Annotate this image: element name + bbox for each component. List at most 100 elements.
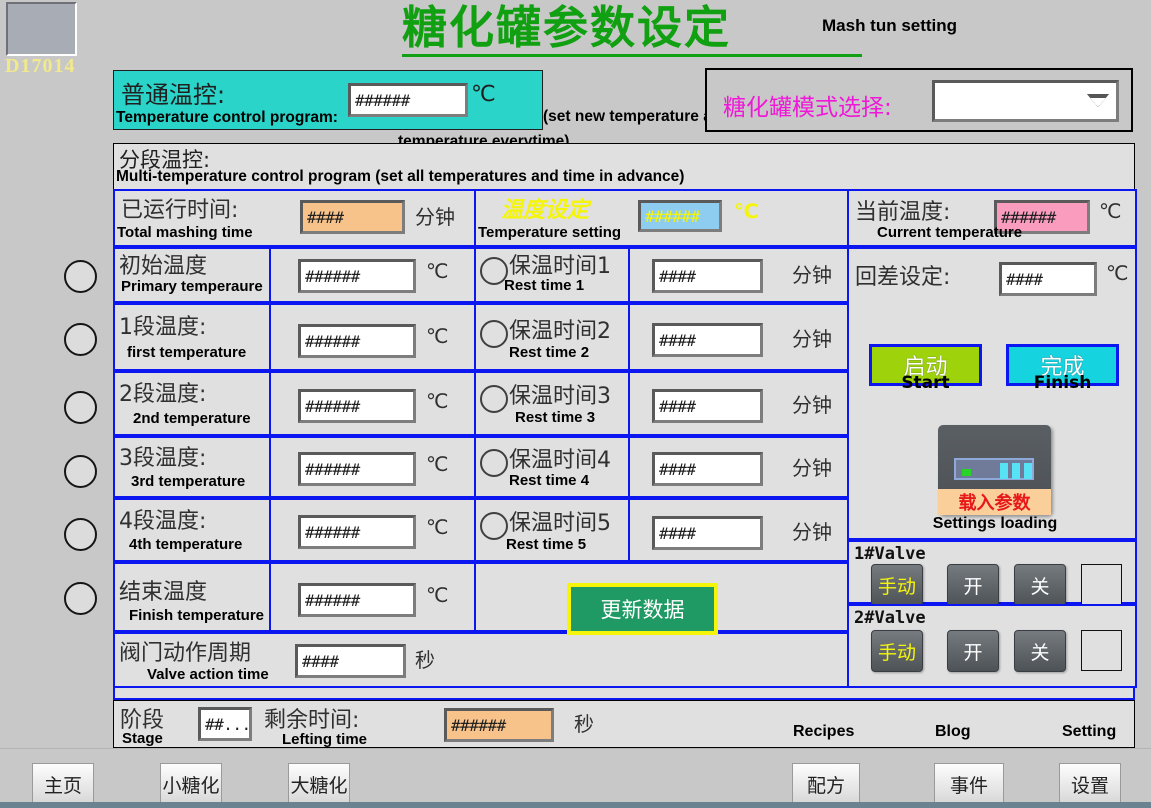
valve-action-input[interactable]: #### bbox=[295, 644, 406, 678]
temp-row-1-value-cell: ###### ℃ bbox=[269, 303, 476, 371]
rest-row-4-input[interactable]: #### bbox=[652, 516, 763, 550]
rest-row-2-radio[interactable] bbox=[480, 385, 508, 413]
temperature-setting-cell: 温度设定 ###### ℃ Temperature setting bbox=[474, 189, 849, 247]
temp-row-0-label-cn: 初始温度 bbox=[119, 254, 208, 279]
temp-row-0-label-en: Primary temperaure bbox=[121, 278, 263, 295]
temp-row-3-label-cell: 3段温度: 3rd temperature bbox=[113, 436, 271, 498]
rest-row-3-label-cell: 保温时间4 Rest time 4 bbox=[474, 436, 632, 498]
taskbar-setting-button[interactable]: 设置 bbox=[1059, 763, 1121, 805]
temp-row-1-unit: ℃ bbox=[426, 324, 449, 348]
hysteresis-input[interactable]: #### bbox=[999, 262, 1097, 296]
valve-action-cell: 阀门动作周期 Valve action time #### 秒 bbox=[113, 632, 849, 688]
temp-row-5-radio[interactable] bbox=[64, 582, 97, 615]
hysteresis-unit: ℃ bbox=[1106, 261, 1129, 285]
rest-row-4-radio[interactable] bbox=[480, 512, 508, 540]
temp-row-4-label-cn: 4段温度: bbox=[119, 509, 207, 534]
setting-caption: Setting bbox=[1062, 723, 1117, 740]
valve-action-label-cn: 阀门动作周期 bbox=[119, 641, 252, 666]
load-progress-bar bbox=[954, 458, 1034, 480]
taskbar-recipes-button[interactable]: 配方 bbox=[792, 763, 860, 805]
stage-status-row: 阶段 Stage ##... 剩余时间: Lefting time ######… bbox=[113, 700, 1135, 748]
rest-row-1-label-cell: 保温时间2 Rest time 2 bbox=[474, 303, 632, 371]
rest-row-1-unit: 分钟 bbox=[792, 327, 832, 351]
taskbar-blog-button[interactable]: 事件 bbox=[934, 763, 1004, 805]
rest-row-0-label-en: Rest time 1 bbox=[504, 277, 585, 294]
simple-temp-input[interactable]: ###### bbox=[348, 83, 468, 117]
temp-row-0-input[interactable]: ###### bbox=[298, 259, 416, 293]
page-title: 糖化罐参数设定 bbox=[402, 4, 862, 57]
temp-setting-label-en: Temperature setting bbox=[478, 224, 622, 241]
multi-temp-label-en: Multi-temperature control program (set a… bbox=[116, 168, 685, 185]
load-indicator-dot bbox=[962, 469, 971, 476]
valve-action-label-en: Valve action time bbox=[147, 666, 269, 683]
rest-row-3-input[interactable]: #### bbox=[652, 452, 763, 486]
load-tick-1 bbox=[1000, 463, 1008, 479]
start-button-label-en: Start bbox=[901, 373, 950, 393]
temp-row-4-radio[interactable] bbox=[64, 518, 97, 551]
remaining-time-label-cn: 剩余时间: bbox=[264, 708, 360, 733]
temp-row-2-input[interactable]: ###### bbox=[298, 389, 416, 423]
rest-row-2-input[interactable]: #### bbox=[652, 389, 763, 423]
temp-row-3-label-cn: 3段温度: bbox=[119, 446, 207, 471]
temp-setting-value[interactable]: ###### bbox=[638, 200, 722, 232]
valve-1-open-button[interactable]: 开 bbox=[947, 564, 999, 606]
current-temp-label-cn: 当前温度: bbox=[855, 200, 951, 225]
valve-2-title: 2#Valve bbox=[854, 608, 926, 628]
temp-row-0-radio[interactable] bbox=[64, 260, 97, 293]
taskbar-small-mash-button[interactable]: 小糖化 bbox=[160, 763, 222, 805]
simple-temperature-control-panel: 普通温控: ###### ℃ Temperature control progr… bbox=[113, 70, 543, 130]
current-temp-label-en: Current temperature bbox=[877, 224, 1023, 241]
mode-select-dropdown[interactable] bbox=[932, 80, 1119, 122]
total-time-value[interactable]: #### bbox=[300, 200, 405, 234]
temp-row-5-unit: ℃ bbox=[426, 583, 449, 607]
update-data-button[interactable]: 更新数据 bbox=[567, 583, 718, 635]
rest-row-0-input[interactable]: #### bbox=[652, 259, 763, 293]
rest-row-0-unit: 分钟 bbox=[792, 263, 832, 287]
temp-row-3-radio[interactable] bbox=[64, 455, 97, 488]
temp-row-1-radio[interactable] bbox=[64, 323, 97, 356]
valve-2-cell: 2#Valve 手动 开 关 bbox=[847, 604, 1137, 688]
multi-temperature-control-header: 分段温控: Multi-temperature control program … bbox=[113, 143, 1135, 189]
start-button[interactable]: 启动 Start bbox=[869, 344, 982, 393]
taskbar-home-button[interactable]: 主页 bbox=[32, 763, 94, 805]
stage-value[interactable]: ##... bbox=[198, 707, 252, 741]
remaining-time-label-en: Lefting time bbox=[282, 731, 367, 748]
simple-temp-unit: ℃ bbox=[471, 81, 496, 106]
rest-row-1-input[interactable]: #### bbox=[652, 323, 763, 357]
finish-button[interactable]: 完成 Finish bbox=[1006, 344, 1119, 393]
finish-button-label-en: Finish bbox=[1033, 373, 1092, 393]
rest-row-1-label-cn: 保温时间2 bbox=[509, 319, 611, 344]
temp-row-2-radio[interactable] bbox=[64, 391, 97, 424]
taskbar: 主页 小糖化 大糖化 Recipes 配方 Blog 事件 Setting 设置 bbox=[0, 723, 1151, 808]
temp-row-3-input[interactable]: ###### bbox=[298, 452, 416, 486]
temp-row-0-unit: ℃ bbox=[426, 259, 449, 283]
valve-1-manual-button[interactable]: 手动 bbox=[871, 564, 923, 606]
temp-row-1-input[interactable]: ###### bbox=[298, 324, 416, 358]
valve-1-close-button[interactable]: 关 bbox=[1014, 564, 1066, 606]
temp-row-4-input[interactable]: ###### bbox=[298, 515, 416, 549]
settings-loading-button[interactable]: 载入参数 bbox=[938, 425, 1051, 515]
temp-row-1-label-cn: 1段温度: bbox=[119, 315, 207, 340]
temp-row-2-label-cn: 2段温度: bbox=[119, 382, 207, 407]
remaining-time-unit: 秒 bbox=[574, 712, 594, 736]
valve-action-unit: 秒 bbox=[415, 648, 435, 672]
temp-row-0-value-cell: ###### ℃ bbox=[269, 247, 476, 303]
total-time-label-en: Total mashing time bbox=[117, 224, 253, 241]
valve-2-open-button[interactable]: 开 bbox=[947, 630, 999, 672]
device-tag: D17014 bbox=[5, 55, 76, 77]
current-temperature-cell: 当前温度: ###### ℃ Current temperature bbox=[847, 189, 1137, 247]
total-time-unit: 分钟 bbox=[415, 205, 455, 229]
valve-2-manual-button[interactable]: 手动 bbox=[871, 630, 923, 672]
total-time-cell: 已运行时间: #### 分钟 Total mashing time bbox=[113, 189, 476, 247]
valve-2-status-lamp bbox=[1081, 630, 1122, 671]
taskbar-large-mash-button[interactable]: 大糖化 bbox=[288, 763, 350, 805]
rest-row-3-radio[interactable] bbox=[480, 449, 508, 477]
taskbar-bottom-strip bbox=[0, 802, 1151, 808]
rest-row-2-label-cn: 保温时间3 bbox=[509, 384, 611, 409]
temp-row-5-input[interactable]: ###### bbox=[298, 583, 416, 617]
temp-row-2-unit: ℃ bbox=[426, 389, 449, 413]
valve-2-close-button[interactable]: 关 bbox=[1014, 630, 1066, 672]
load-tick-2 bbox=[1012, 463, 1020, 479]
valve-1-cell: 1#Valve 手动 开 关 bbox=[847, 540, 1137, 606]
rest-row-1-radio[interactable] bbox=[480, 320, 508, 348]
